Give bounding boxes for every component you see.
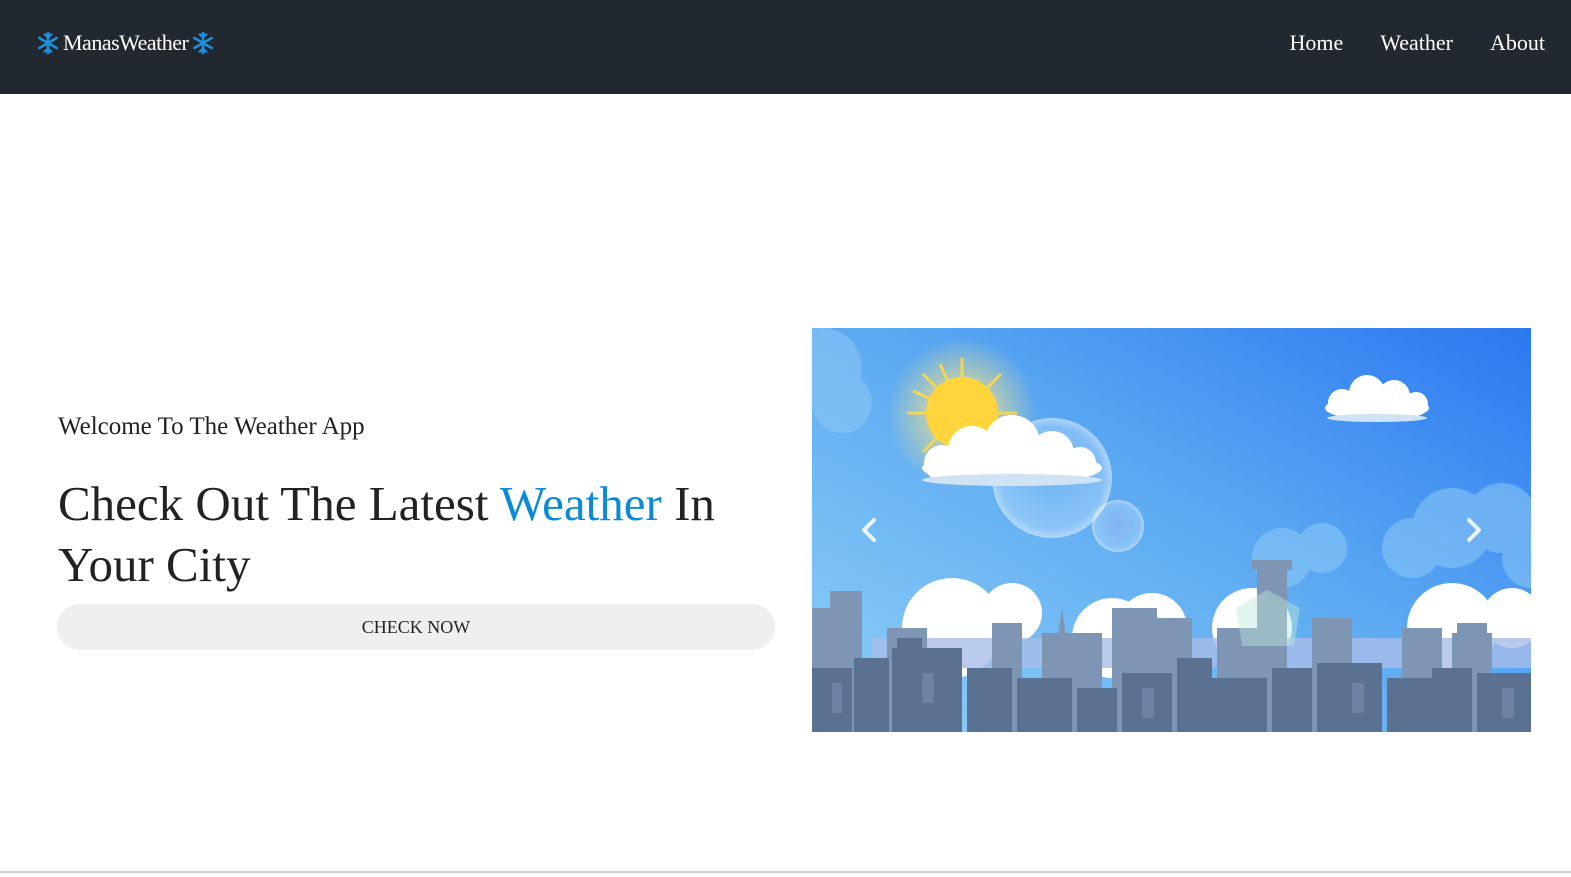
top-navbar: ManasWeather Home Weather About — [0, 0, 1571, 94]
weather-carousel — [812, 328, 1531, 732]
headline-part-1: Check Out The Latest — [58, 476, 500, 531]
nav-link-weather[interactable]: Weather — [1380, 30, 1453, 56]
brand-logo[interactable]: ManasWeather — [36, 30, 215, 56]
nav-links: Home Weather About — [1289, 30, 1545, 56]
headline-accent: Weather — [499, 476, 662, 531]
chevron-right-icon[interactable] — [1455, 510, 1495, 550]
check-now-button[interactable]: CHECK NOW — [57, 604, 775, 650]
hero-headline: Check Out The Latest Weather In Your Cit… — [58, 473, 778, 595]
nav-link-about[interactable]: About — [1490, 30, 1545, 56]
welcome-text: Welcome To The Weather App — [58, 413, 365, 440]
sunny-city-skyline-illustration — [812, 328, 1531, 732]
brand-name: ManasWeather — [63, 30, 189, 55]
page-divider — [0, 871, 1571, 873]
snowflake-icon — [193, 31, 214, 55]
snowflake-icon — [37, 31, 59, 55]
nav-link-home[interactable]: Home — [1289, 30, 1343, 56]
chevron-left-icon[interactable] — [848, 510, 888, 550]
